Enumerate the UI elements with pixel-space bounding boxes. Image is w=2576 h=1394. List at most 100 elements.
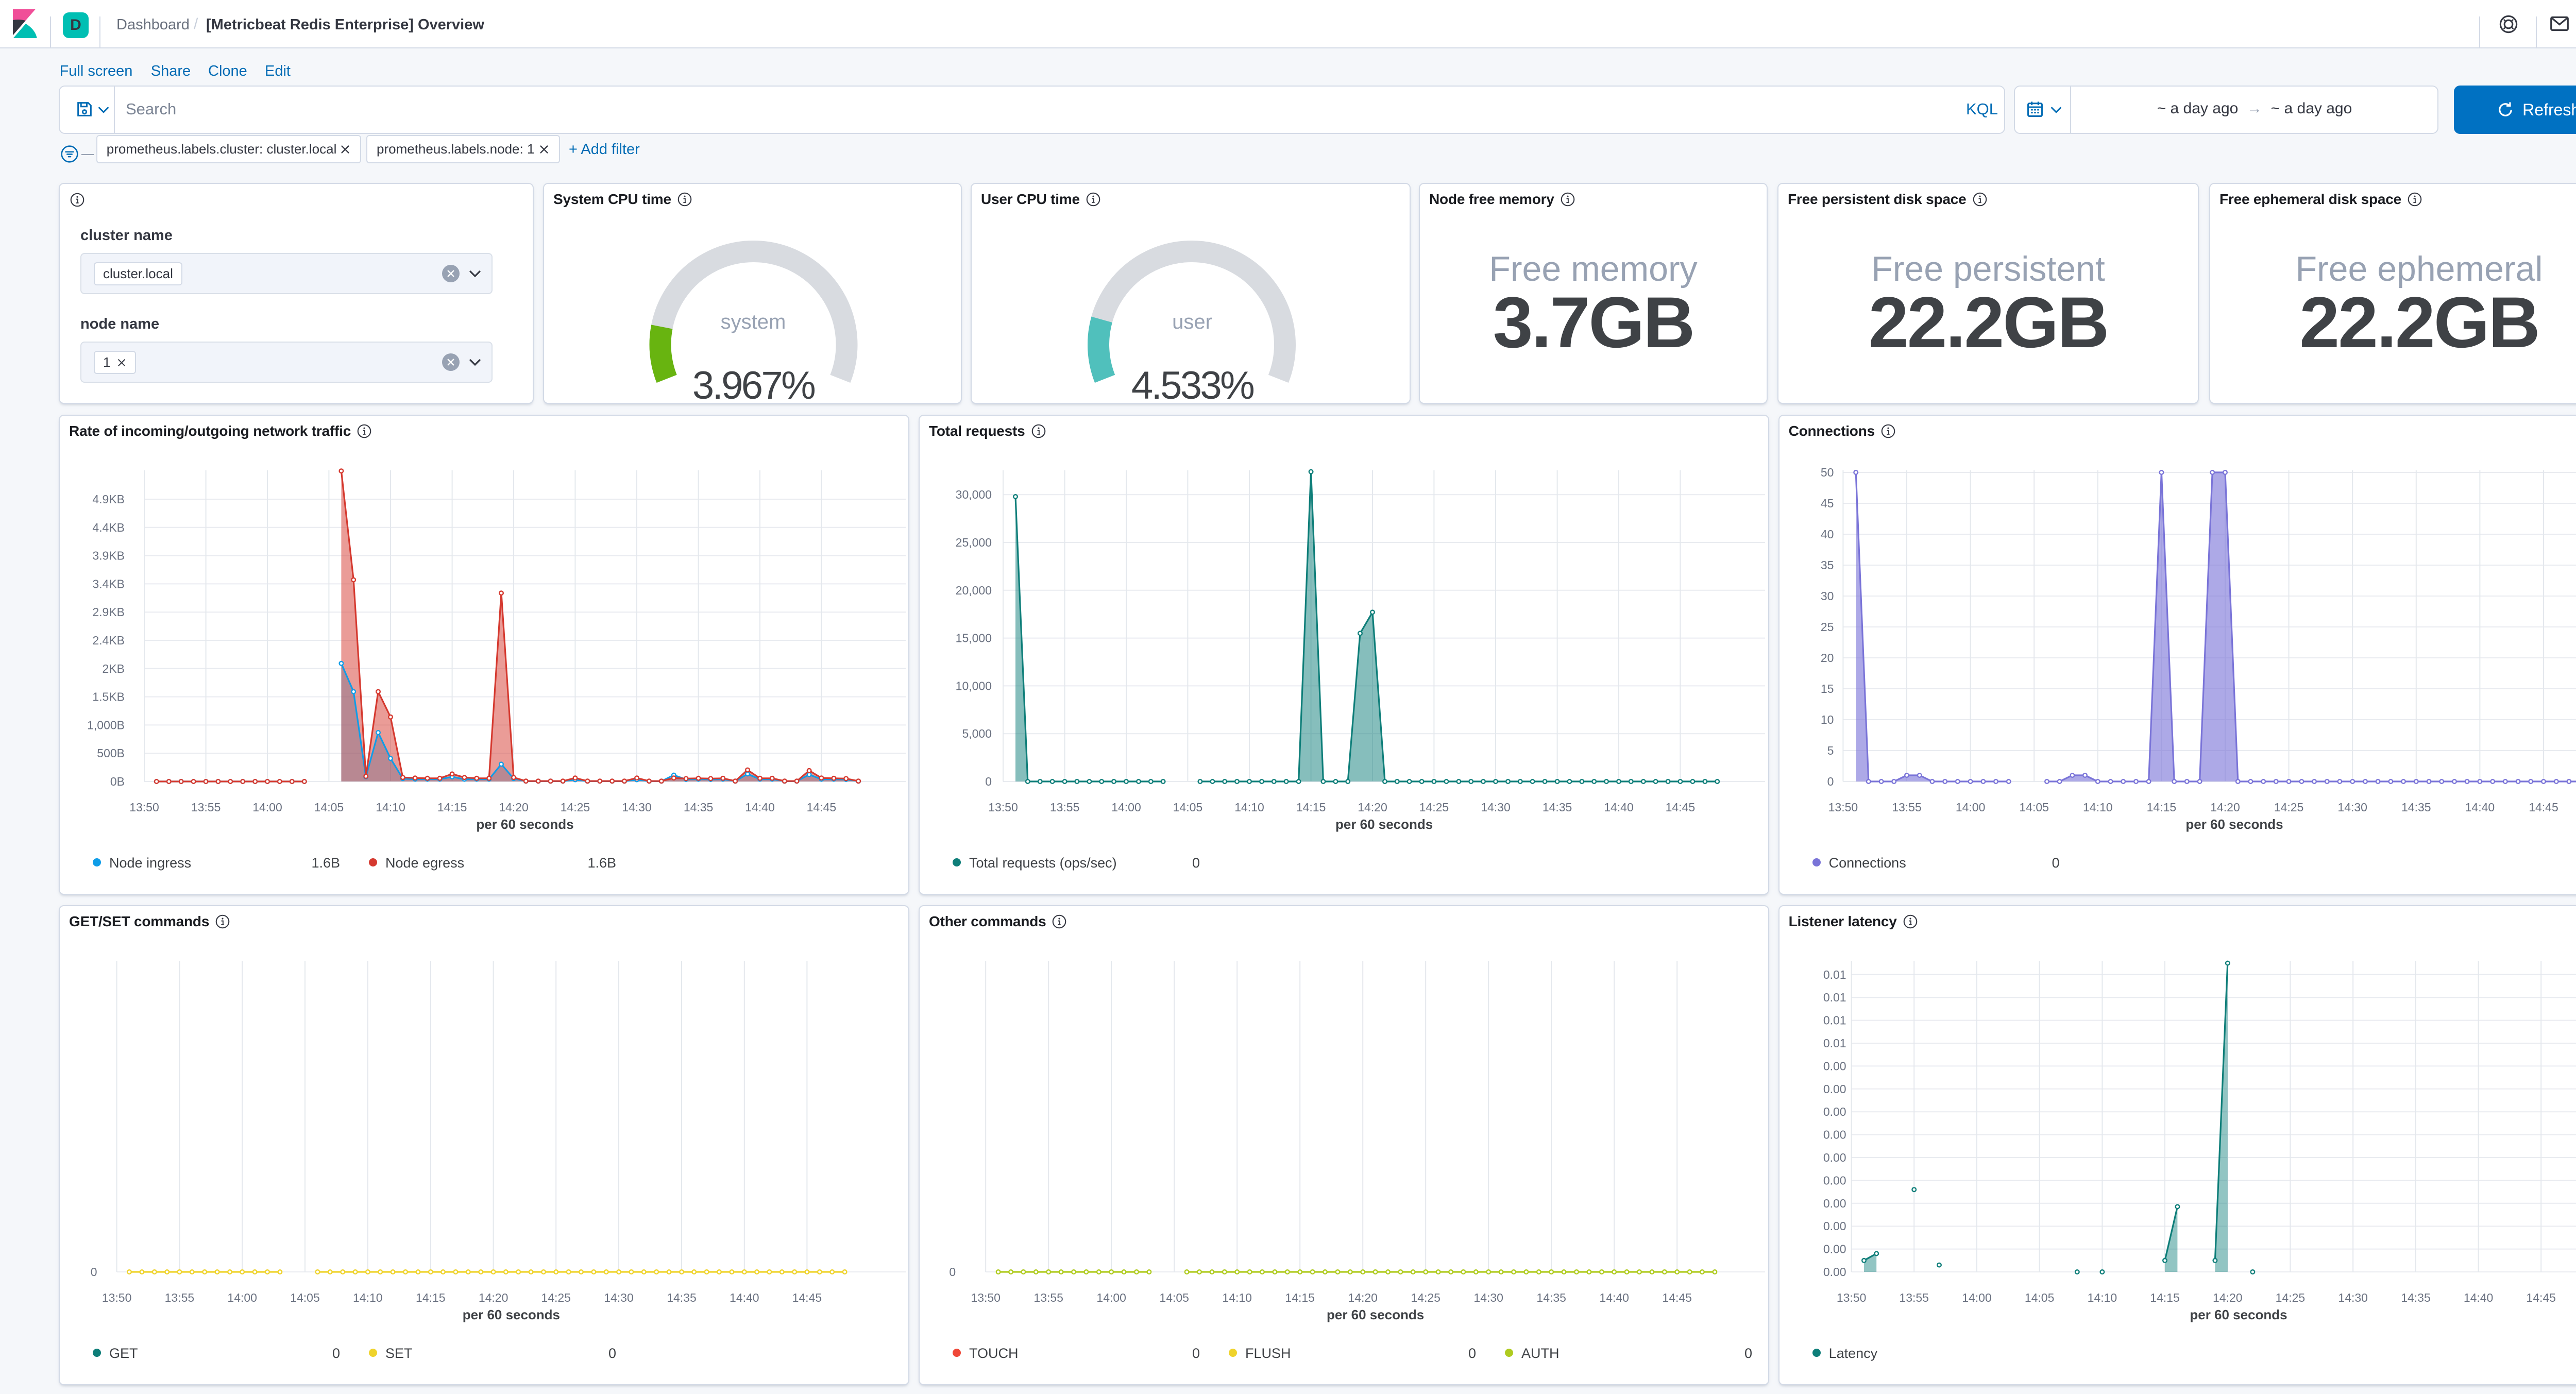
svg-text:14:45: 14:45 [792, 1291, 822, 1304]
svg-text:40: 40 [1820, 528, 1834, 541]
svg-text:14:15: 14:15 [2146, 801, 2176, 814]
svg-text:3.4KB: 3.4KB [92, 577, 125, 590]
svg-text:14:35: 14:35 [2401, 1291, 2431, 1304]
svg-text:13:55: 13:55 [1899, 1291, 1929, 1304]
svg-text:0.01: 0.01 [1823, 991, 1846, 1004]
svg-text:2.9KB: 2.9KB [92, 605, 125, 619]
svg-text:3.9KB: 3.9KB [92, 549, 125, 563]
svg-text:0.00: 0.00 [1823, 1060, 1846, 1073]
svg-text:14:15: 14:15 [1296, 801, 1326, 814]
svg-text:14:30: 14:30 [622, 801, 652, 814]
svg-text:14:30: 14:30 [2337, 801, 2367, 814]
svg-text:14:20: 14:20 [499, 801, 529, 814]
svg-text:4.9KB: 4.9KB [92, 492, 125, 506]
svg-text:per 60 seconds: per 60 seconds [1335, 817, 1433, 832]
svg-text:14:35: 14:35 [1543, 801, 1572, 814]
svg-text:0: 0 [949, 1265, 956, 1279]
svg-text:14:05: 14:05 [2024, 1291, 2054, 1304]
svg-text:14:35: 14:35 [667, 1291, 697, 1304]
svg-text:14:40: 14:40 [2465, 801, 2495, 814]
svg-text:14:40: 14:40 [1604, 801, 1634, 814]
svg-text:14:05: 14:05 [1173, 801, 1203, 814]
svg-text:20: 20 [1820, 651, 1834, 665]
svg-text:2.4KB: 2.4KB [92, 634, 125, 647]
svg-text:14:25: 14:25 [1411, 1291, 1440, 1304]
svg-text:14:45: 14:45 [2529, 801, 2558, 814]
svg-text:5,000: 5,000 [962, 727, 992, 740]
svg-text:per 60 seconds: per 60 seconds [2190, 1307, 2287, 1322]
svg-text:0.00: 0.00 [1823, 1082, 1846, 1096]
svg-text:14:40: 14:40 [745, 801, 775, 814]
svg-text:14:20: 14:20 [1358, 801, 1387, 814]
svg-text:0.00: 0.00 [1823, 1219, 1846, 1233]
svg-text:1,000B: 1,000B [87, 718, 125, 732]
svg-text:14:10: 14:10 [376, 801, 405, 814]
svg-text:0.00: 0.00 [1823, 1105, 1846, 1118]
svg-text:per 60 seconds: per 60 seconds [2185, 817, 2283, 832]
svg-text:14:05: 14:05 [2019, 801, 2049, 814]
svg-text:0.00: 0.00 [1823, 1128, 1846, 1142]
svg-text:14:25: 14:25 [2274, 801, 2303, 814]
svg-text:35: 35 [1820, 558, 1834, 572]
svg-text:14:10: 14:10 [353, 1291, 383, 1304]
svg-text:14:10: 14:10 [2087, 1291, 2117, 1304]
svg-text:0: 0 [1827, 775, 1834, 788]
svg-text:14:15: 14:15 [1285, 1291, 1315, 1304]
svg-text:14:20: 14:20 [1348, 1291, 1378, 1304]
svg-text:14:05: 14:05 [290, 1291, 320, 1304]
svg-text:15: 15 [1820, 682, 1834, 695]
svg-text:per 60 seconds: per 60 seconds [1327, 1307, 1424, 1322]
svg-text:14:05: 14:05 [1159, 1291, 1189, 1304]
svg-text:14:00: 14:00 [1962, 1291, 1992, 1304]
svg-text:10: 10 [1820, 713, 1834, 726]
svg-text:14:10: 14:10 [1234, 801, 1264, 814]
svg-text:14:25: 14:25 [541, 1291, 571, 1304]
svg-text:5: 5 [1827, 744, 1834, 757]
svg-text:14:30: 14:30 [2338, 1291, 2368, 1304]
svg-text:0B: 0B [110, 775, 125, 788]
svg-text:14:00: 14:00 [1096, 1291, 1126, 1304]
svg-text:0.01: 0.01 [1823, 968, 1846, 981]
svg-text:14:30: 14:30 [604, 1291, 634, 1304]
svg-text:13:55: 13:55 [1033, 1291, 1063, 1304]
svg-text:45: 45 [1820, 497, 1834, 510]
svg-text:0.01: 0.01 [1823, 1036, 1846, 1050]
svg-text:20,000: 20,000 [956, 584, 992, 597]
svg-text:13:55: 13:55 [1892, 801, 1922, 814]
svg-text:50: 50 [1820, 466, 1834, 479]
svg-text:0.00: 0.00 [1823, 1265, 1846, 1279]
svg-text:14:45: 14:45 [807, 801, 837, 814]
svg-text:14:15: 14:15 [437, 801, 467, 814]
svg-text:14:45: 14:45 [1666, 801, 1696, 814]
svg-text:0: 0 [985, 775, 992, 788]
svg-text:10,000: 10,000 [956, 679, 992, 692]
svg-text:14:40: 14:40 [2463, 1291, 2493, 1304]
svg-text:14:35: 14:35 [1536, 1291, 1566, 1304]
svg-text:500B: 500B [97, 746, 125, 760]
svg-text:13:50: 13:50 [1836, 1291, 1866, 1304]
svg-text:13:55: 13:55 [165, 1291, 195, 1304]
svg-text:14:40: 14:40 [1599, 1291, 1629, 1304]
svg-text:0.00: 0.00 [1823, 1243, 1846, 1256]
svg-text:15,000: 15,000 [956, 632, 992, 645]
svg-text:14:20: 14:20 [2210, 801, 2240, 814]
svg-text:14:05: 14:05 [314, 801, 344, 814]
svg-text:0.01: 0.01 [1823, 1014, 1846, 1027]
svg-text:30,000: 30,000 [956, 488, 992, 501]
svg-text:14:00: 14:00 [252, 801, 282, 814]
svg-text:13:50: 13:50 [971, 1291, 1001, 1304]
svg-text:14:25: 14:25 [1419, 801, 1449, 814]
svg-text:14:30: 14:30 [1473, 1291, 1503, 1304]
svg-text:30: 30 [1820, 589, 1834, 603]
svg-text:25,000: 25,000 [956, 536, 992, 549]
svg-text:13:50: 13:50 [988, 801, 1018, 814]
svg-text:2KB: 2KB [103, 662, 125, 675]
svg-text:14:30: 14:30 [1481, 801, 1511, 814]
svg-text:per 60 seconds: per 60 seconds [476, 817, 573, 832]
svg-text:0.00: 0.00 [1823, 1151, 1846, 1164]
svg-text:14:20: 14:20 [479, 1291, 509, 1304]
svg-text:14:25: 14:25 [561, 801, 590, 814]
svg-text:0.00: 0.00 [1823, 1197, 1846, 1210]
svg-text:1.5KB: 1.5KB [92, 690, 125, 704]
svg-text:13:50: 13:50 [1828, 801, 1858, 814]
